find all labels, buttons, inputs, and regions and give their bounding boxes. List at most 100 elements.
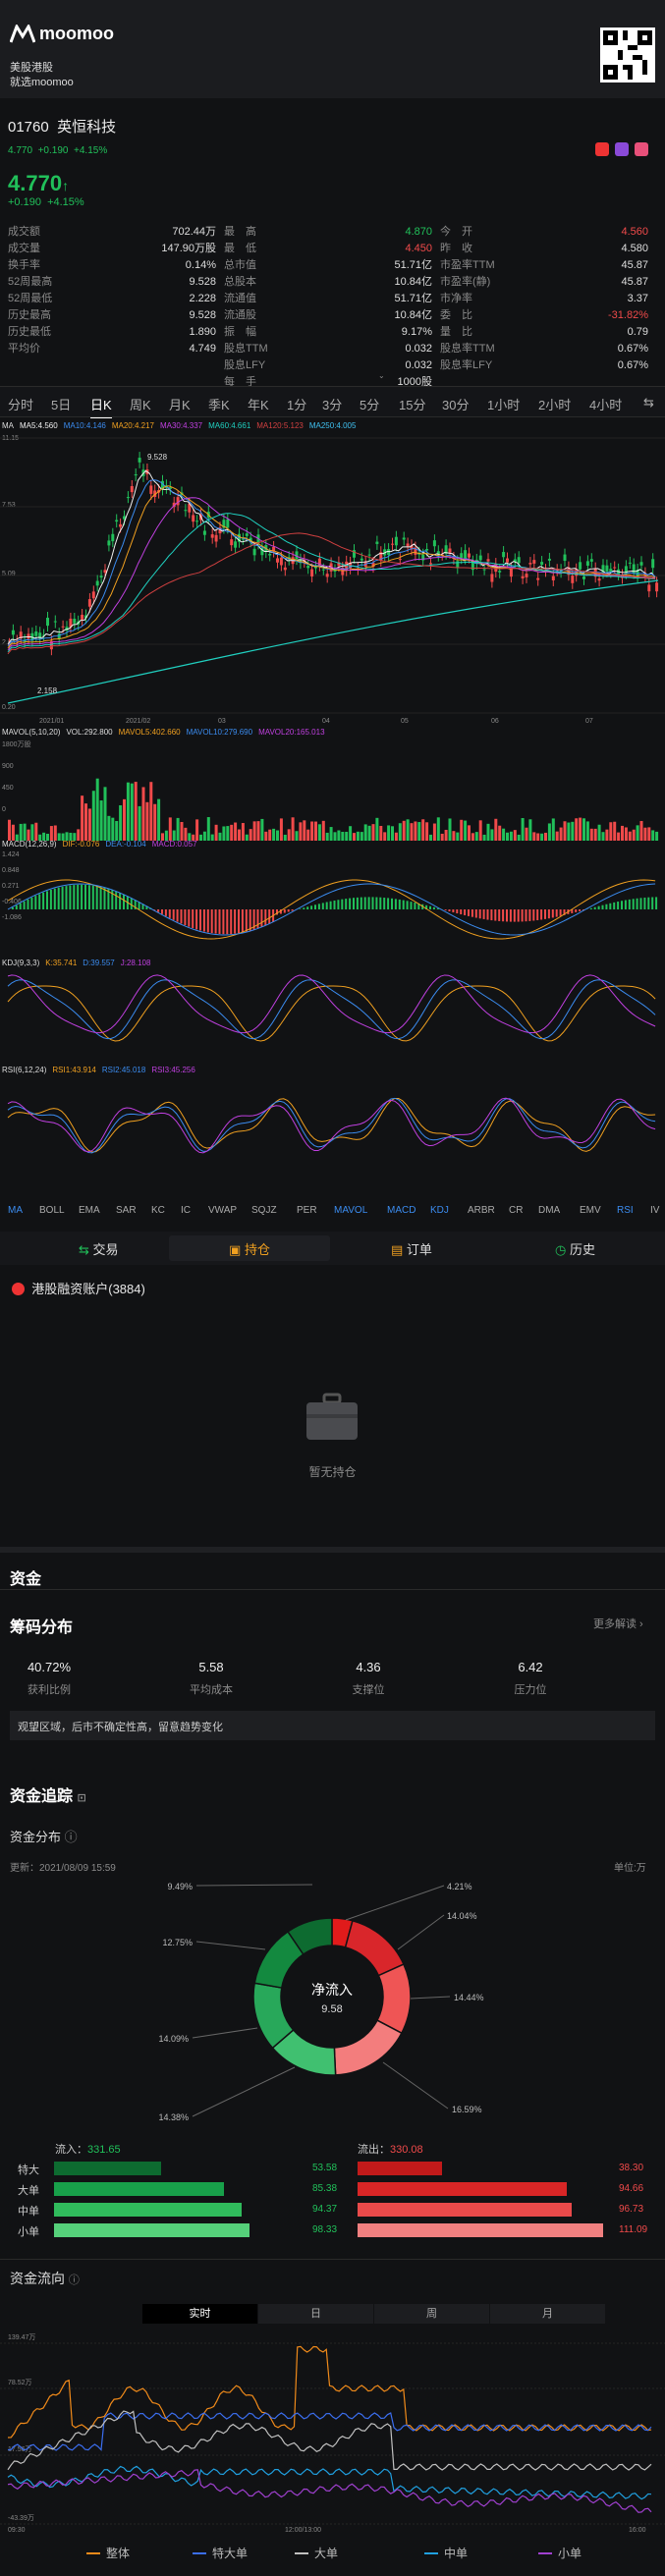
- quote-label: 昨 收: [440, 243, 472, 254]
- indicator-tab-cr[interactable]: CR: [509, 1205, 523, 1216]
- indicator-tab-ema[interactable]: EMA: [79, 1205, 100, 1216]
- tab-period-11[interactable]: 30分: [442, 395, 469, 413]
- quote-label: 流通股: [224, 309, 256, 321]
- legend-swatch: [86, 2552, 100, 2554]
- macd-bar: [647, 897, 650, 909]
- macd-bar: [383, 898, 386, 909]
- macd-bar: [367, 897, 370, 909]
- indicator-tab-boll[interactable]: BOLL: [39, 1205, 65, 1216]
- macd-bar: [636, 898, 638, 909]
- tab-period-2[interactable]: 日K: [90, 395, 112, 419]
- tab-period-13[interactable]: 2小时: [538, 395, 571, 413]
- indicator-tab-ic[interactable]: IC: [181, 1205, 191, 1216]
- indicator-tabs: MA BOLL EMA SAR KC IC VWAP SQJZ PER MAVOL MACD KDJ A…: [0, 1200, 665, 1222]
- candle-body: [126, 497, 130, 499]
- indicator-tab-per[interactable]: PER: [297, 1205, 317, 1216]
- macd-bar: [299, 908, 302, 909]
- macd-bar: [486, 909, 489, 920]
- indicator-tab-emv[interactable]: EMV: [580, 1205, 601, 1216]
- tab-period-3[interactable]: 周K: [130, 395, 151, 413]
- ma-legend-item: MA: [2, 421, 15, 430]
- indicator-tab-vwap[interactable]: VWAP: [208, 1205, 237, 1216]
- volume-bar: [291, 817, 295, 841]
- macd-bar: [306, 906, 309, 909]
- outflow-bar: [358, 2182, 567, 2196]
- inflow-bar: [54, 2223, 249, 2237]
- chip-label: 压力位: [514, 1684, 547, 1696]
- expand-chevron-icon[interactable]: ⌄: [378, 371, 386, 380]
- leader-line: [195, 1884, 313, 1887]
- macd-bar: [30, 897, 33, 909]
- indicator-tab-sar[interactable]: SAR: [116, 1205, 137, 1216]
- quote-value: 51.71亿: [394, 293, 432, 304]
- indicator-tab-ma[interactable]: MA: [8, 1205, 23, 1216]
- indicator-tab-iv[interactable]: IV: [650, 1205, 659, 1216]
- kline-chart[interactable]: MA MA5:4.560 MA10:4.146 MA20:4.217 MA30:4.33…: [0, 418, 665, 1194]
- indicator-tab-rsi[interactable]: RSI: [617, 1205, 634, 1216]
- flow-x-tick: 12:00/13:00: [285, 2527, 321, 2534]
- flow-tab-1[interactable]: 日: [258, 2304, 373, 2324]
- indicator-tab-mavol[interactable]: MAVOL: [334, 1205, 367, 1216]
- indicator-tab-kdj[interactable]: KDJ: [430, 1205, 449, 1216]
- flow-tab-0[interactable]: 实时: [142, 2304, 257, 2324]
- flow-y-tick: -43.39万: [8, 2514, 34, 2522]
- indicator-tab-sqjz[interactable]: SQJZ: [251, 1205, 277, 1216]
- indicator-tab-dma[interactable]: DMA: [538, 1205, 560, 1216]
- tab-trade[interactable]: ⇆ 交易: [79, 1239, 119, 1258]
- macd-bar: [528, 909, 531, 921]
- tab-period-9[interactable]: 5分: [360, 395, 379, 413]
- volume-bar: [651, 830, 655, 841]
- flow-row-label: 小单: [18, 2226, 39, 2238]
- more-label: 更多解读: [593, 1618, 637, 1630]
- tab-period-1[interactable]: 5日: [51, 395, 71, 413]
- volume-bar: [398, 823, 402, 841]
- macd-bar: [202, 909, 205, 932]
- tab-period-6[interactable]: 年K: [248, 395, 269, 413]
- macd-bar: [283, 909, 286, 913]
- tab-period-12[interactable]: 1小时: [487, 395, 520, 413]
- heart-badge-icon[interactable]: [635, 142, 648, 156]
- flow-tab-2[interactable]: 周: [374, 2304, 489, 2324]
- volume-bar: [547, 823, 551, 841]
- history-icon: ◷: [555, 1242, 567, 1257]
- macd-bar: [601, 904, 604, 909]
- tab-history[interactable]: ◷ 历史: [555, 1239, 595, 1258]
- tab-period-7[interactable]: 1分: [287, 395, 306, 413]
- candle-body: [571, 575, 575, 583]
- macd-bar: [605, 904, 608, 909]
- indicator-tab-arbr[interactable]: ARBR: [468, 1205, 495, 1216]
- info-circle-icon[interactable]: ⓘ: [65, 1830, 78, 1844]
- candle-body: [115, 520, 119, 522]
- tab-period-8[interactable]: 3分: [322, 395, 342, 413]
- flow-legend-item: 整体: [86, 2545, 130, 2561]
- info-circle-icon[interactable]: ⓘ: [69, 2275, 80, 2286]
- volume-bar: [226, 826, 230, 841]
- indicator-tab-macd[interactable]: MACD: [387, 1205, 416, 1216]
- more-periods-icon[interactable]: ⇆: [643, 395, 654, 411]
- chip-label: 平均成本: [190, 1684, 233, 1696]
- candle-body: [375, 541, 379, 544]
- indicator-tab-kc[interactable]: KC: [151, 1205, 165, 1216]
- volume-bar: [609, 822, 613, 841]
- macd-bar: [456, 909, 459, 914]
- tab-positions[interactable]: ▣ 持仓: [169, 1235, 330, 1261]
- tracking-title-text: 资金追踪: [10, 1788, 74, 1805]
- volume-bar: [91, 791, 95, 841]
- tab-period-10[interactable]: 15分: [399, 395, 425, 413]
- flow-tab-3[interactable]: 月: [490, 2304, 605, 2324]
- tab-orders[interactable]: ▤ 订单: [391, 1239, 432, 1258]
- macd-bar: [46, 891, 48, 909]
- account-row[interactable]: 港股融资账户(3884): [12, 1279, 145, 1297]
- kline-axis-label: 0.20: [2, 704, 16, 711]
- tab-period-4[interactable]: 月K: [169, 395, 191, 413]
- more-interpretation-link[interactable]: 更多解读 ›: [593, 1616, 643, 1631]
- volume-bar: [425, 822, 429, 841]
- quote-value: 4.870: [405, 226, 432, 238]
- macd-bar: [363, 897, 366, 909]
- flow-legend-item: 特大单: [193, 2545, 248, 2561]
- tab-period-14[interactable]: 4小时: [589, 395, 622, 413]
- volume-bar: [87, 808, 91, 841]
- tab-period-0[interactable]: 分时: [8, 395, 33, 413]
- info-icon[interactable]: ⊡: [77, 1792, 85, 1804]
- tab-period-5[interactable]: 季K: [208, 395, 230, 413]
